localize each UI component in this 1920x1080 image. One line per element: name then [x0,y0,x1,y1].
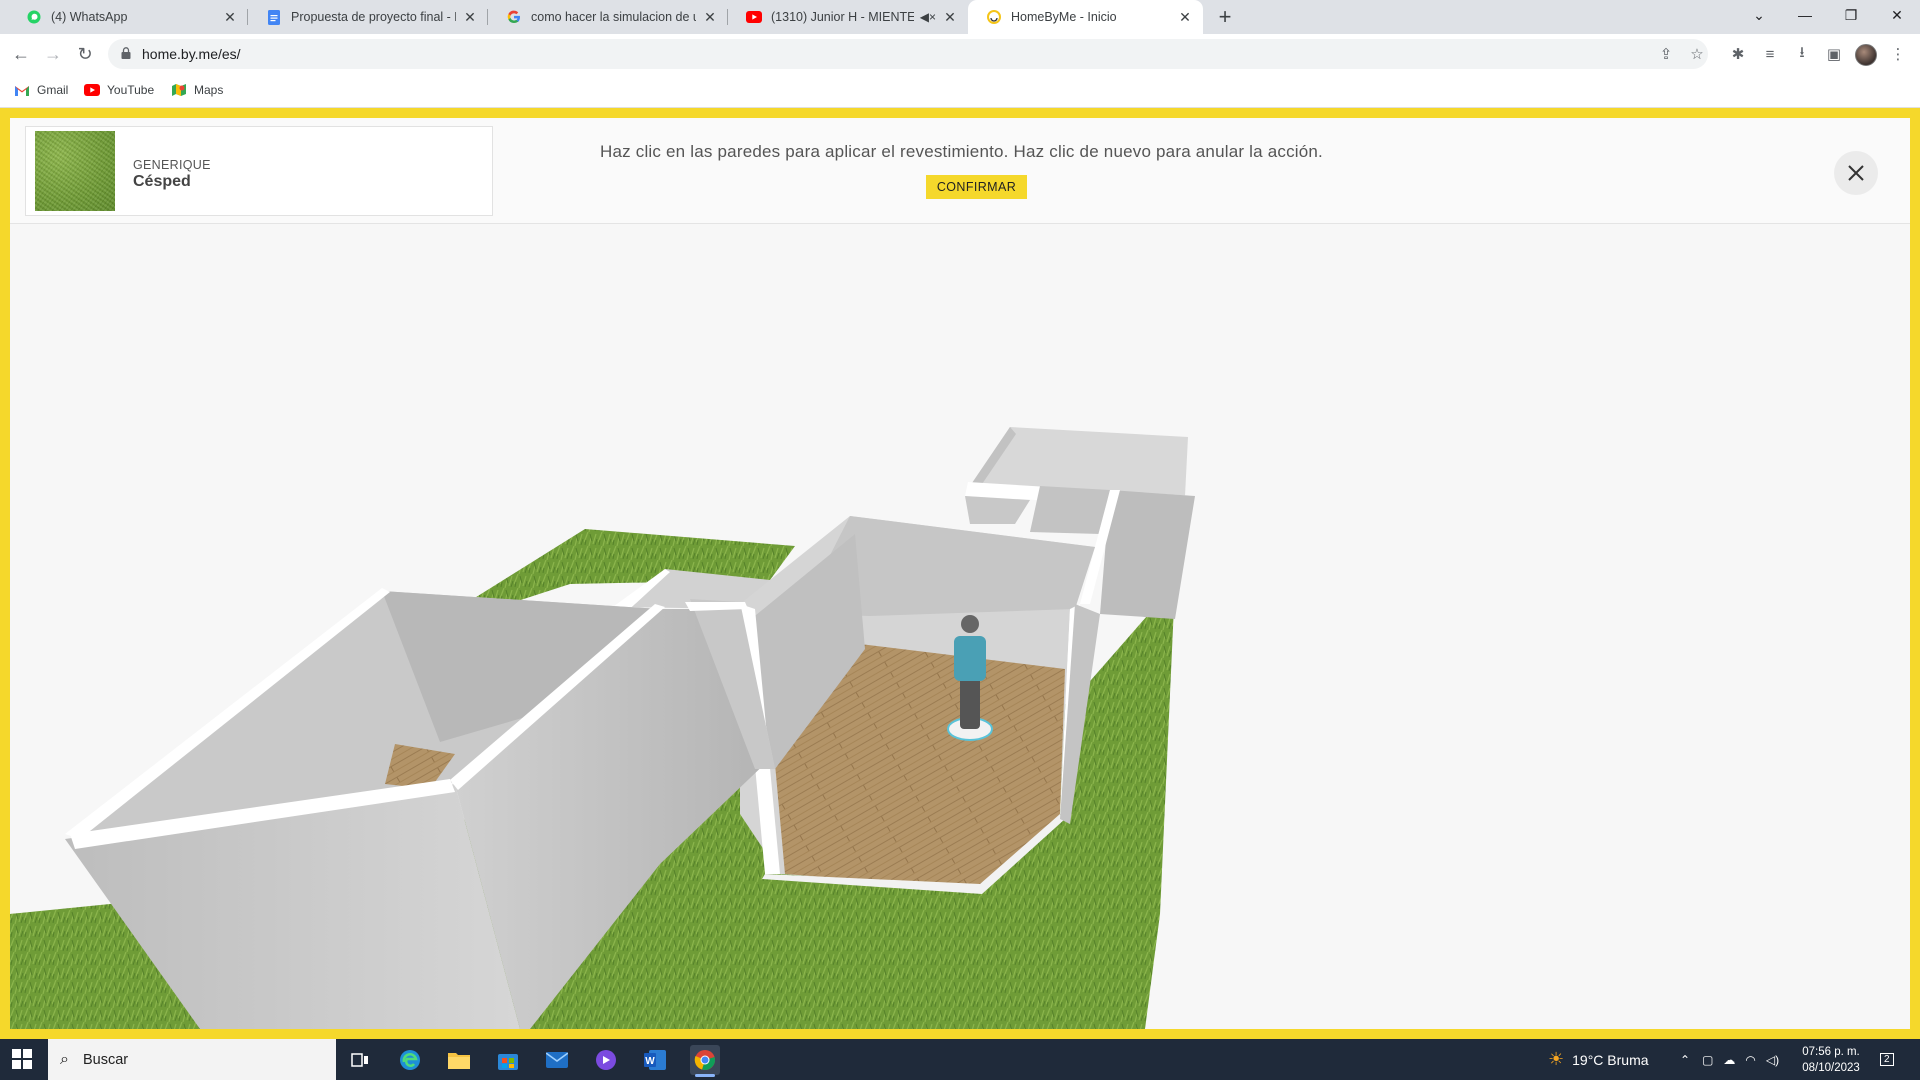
address-bar[interactable]: home.by.me/es/ ⇪ ☆ [108,39,1708,69]
material-brand: GENERIQUE [133,158,211,172]
close-button[interactable] [1834,151,1878,195]
close-icon [1848,165,1864,181]
svg-text:W: W [645,1056,655,1067]
notification-icon: 2 [1880,1053,1894,1066]
download-icon[interactable]: ⭳ [1790,42,1814,66]
weather-sun-icon: ☀ [1548,1049,1565,1069]
profile-avatar[interactable] [1855,44,1877,66]
homebyme-page: GENERIQUE Césped Haz clic en las paredes… [0,108,1920,1039]
bookmark-youtube[interactable]: YouTube [84,83,154,97]
system-tray: ⌃ ▢ ☁ ◠ ◁) [1680,1039,1779,1080]
whatsapp-icon [26,9,42,25]
youtube-icon [746,9,762,25]
grass-material-swatch [35,131,115,211]
file-explorer-icon[interactable] [444,1045,474,1075]
mail-icon[interactable] [542,1045,572,1075]
weather-widget[interactable]: ☀ 19°C Bruma [1548,1039,1649,1080]
wifi-icon[interactable]: ◠ [1745,1053,1755,1067]
window-close-icon[interactable]: ✕ [1874,0,1920,30]
onedrive-icon[interactable]: ☁ [1723,1053,1735,1067]
lock-icon [121,47,131,59]
editor-frame: GENERIQUE Césped Haz clic en las paredes… [10,118,1910,1029]
extensions-icon[interactable]: ✱ [1726,42,1750,66]
close-tab-icon[interactable]: ✕ [702,9,718,25]
store-icon[interactable] [493,1045,523,1075]
system-clock[interactable]: 07:56 p. m. 08/10/2023 [1796,1044,1866,1076]
tab-homebyme[interactable]: HomeByMe - Inicio ✕ [968,0,1203,34]
meet-now-icon[interactable]: ▢ [1702,1053,1713,1067]
restore-icon[interactable]: ❐ [1828,0,1874,30]
volume-icon[interactable]: ◁) [1766,1053,1779,1067]
share-icon[interactable]: ⇪ [1656,44,1676,64]
forward-icon[interactable]: → [40,41,66,67]
tab-youtube[interactable]: (1310) Junior H - MIENTELE ◀× ✕ [728,0,968,34]
browser-toolbar: ← → ↻ home.by.me/es/ ⇪ ☆ [0,34,1920,74]
close-tab-icon[interactable]: ✕ [462,9,478,25]
youtube-icon [84,83,100,97]
back-icon[interactable]: ← [8,41,34,67]
close-tab-icon[interactable]: ✕ [222,9,238,25]
chrome-icon[interactable] [690,1045,720,1077]
taskbar-search[interactable]: ⌕ Buscar [48,1039,336,1080]
bookmark-gmail[interactable]: Gmail [14,83,68,97]
tab-whatsapp[interactable]: (4) WhatsApp ✕ [8,0,248,34]
tab-strip: (4) WhatsApp ✕ Propuesta de proyecto fin… [0,0,1920,34]
side-panel-icon[interactable]: ▣ [1822,42,1846,66]
new-tab-button[interactable]: + [1213,4,1237,29]
reload-icon[interactable]: ↻ [72,41,98,67]
bookmarks-bar: Gmail YouTube Maps [0,74,1920,108]
instruction-text: Haz clic en las paredes para aplicar el … [600,142,1323,161]
bookmark-maps[interactable]: Maps [171,83,223,97]
clipchamp-icon[interactable] [591,1045,621,1075]
show-hidden-icons-icon[interactable]: ⌃ [1680,1053,1690,1067]
task-view-icon[interactable] [345,1045,375,1075]
minimize-icon[interactable]: — [1782,0,1828,30]
windows-taskbar: ⌕ Buscar W ☀ 19°C Bruma ⌃ ▢ ☁ ◠ ◁) 07:56… [0,1039,1920,1080]
close-tab-icon[interactable]: ✕ [942,9,958,25]
confirm-button[interactable]: CONFIRMAR [926,175,1027,199]
windows-start-icon[interactable] [12,1049,32,1069]
coating-toolbar: GENERIQUE Césped Haz clic en las paredes… [10,118,1910,224]
3d-viewport[interactable] [10,224,1910,1029]
maps-icon [171,83,187,97]
google-docs-icon [266,9,282,25]
material-name: Césped [133,173,191,190]
edge-icon[interactable] [395,1045,425,1075]
tab-google-search[interactable]: como hacer la simulacion de un ✕ [488,0,728,34]
menu-kebab-icon[interactable]: ⋮ [1886,42,1910,66]
homebyme-icon [986,9,1002,25]
bookmark-star-icon[interactable]: ☆ [1687,44,1707,64]
muted-speaker-icon[interactable]: ◀× [920,10,936,24]
google-icon [506,9,522,25]
notifications-button[interactable]: 2 [1880,1039,1894,1080]
gmail-icon [14,83,30,97]
media-control-icon[interactable]: ≡ [1758,42,1782,66]
tab-search-icon[interactable]: ⌄ [1736,0,1782,30]
material-card[interactable]: GENERIQUE Césped [25,126,493,216]
word-icon[interactable]: W [640,1045,670,1075]
close-tab-icon[interactable]: ✕ [1177,9,1193,25]
url-text: home.by.me/es/ [142,46,241,62]
search-icon: ⌕ [60,1050,69,1068]
tab-docs[interactable]: Propuesta de proyecto final - Do ✕ [248,0,488,34]
